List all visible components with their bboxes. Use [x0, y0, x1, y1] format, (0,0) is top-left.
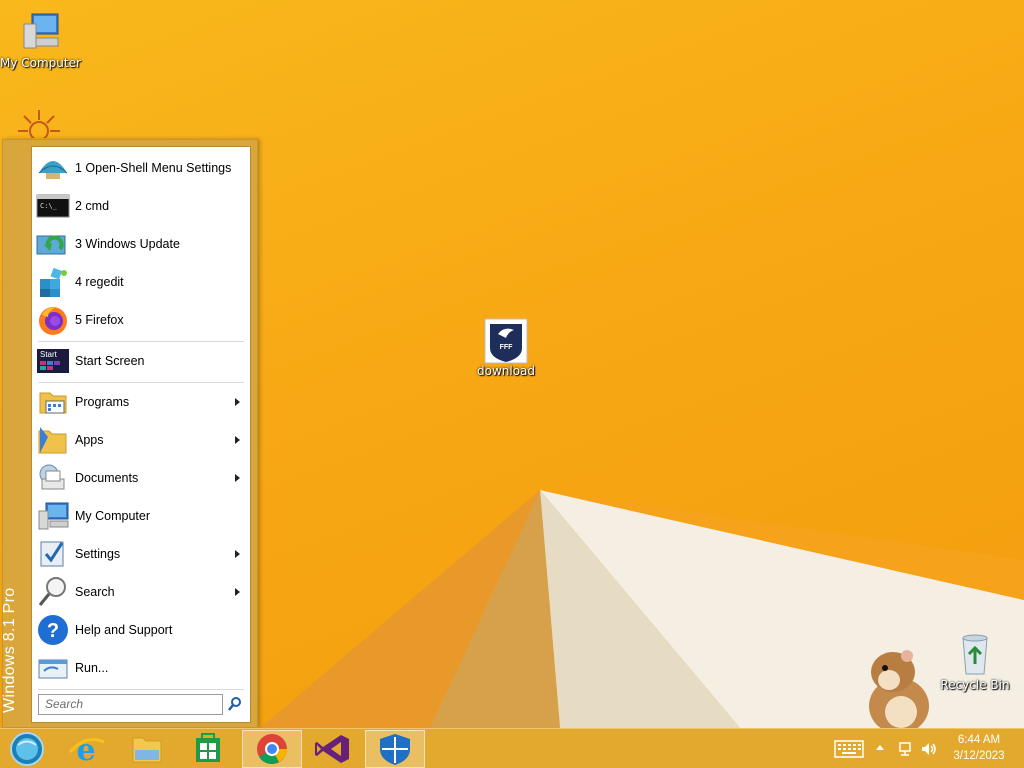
- submenu-arrow-icon: [235, 474, 240, 482]
- taskbar-file-explorer[interactable]: [117, 730, 177, 768]
- menu-item-label: 3 Windows Update: [75, 237, 180, 251]
- svg-text:FFF: FFF: [500, 344, 514, 351]
- submenu-arrow-icon: [235, 398, 240, 406]
- start-menu-brand-strip: Windows 8.1 Pro: [1, 140, 31, 727]
- show-hidden-icons-chevron-icon[interactable]: [876, 745, 884, 750]
- internet-explorer-icon: e: [68, 733, 105, 768]
- taskbar: e 6:44 AM 3/12/2023: [0, 728, 1024, 768]
- menu-item-label: 1 Open-Shell Menu Settings: [75, 161, 232, 175]
- menu-item-open-shell-settings[interactable]: 1 Open-Shell Menu Settings: [32, 149, 250, 187]
- fff-logo-icon: FFF: [484, 318, 528, 364]
- submenu-arrow-icon: [235, 550, 240, 558]
- menu-item-label: Help and Support: [75, 623, 173, 637]
- taskbar-store[interactable]: [178, 730, 238, 768]
- clock-time[interactable]: 6:44 AM: [948, 734, 1010, 746]
- hamster-mascot[interactable]: [855, 646, 939, 736]
- os-edition-label: Windows 8.1 Pro: [1, 587, 18, 713]
- store-icon: [196, 733, 220, 762]
- magnifier-icon: [36, 575, 70, 609]
- menu-item-my-computer[interactable]: My Computer: [32, 497, 250, 535]
- menu-separator: [38, 689, 244, 690]
- start-orb-icon: [10, 732, 44, 766]
- sunburst-icon: [16, 108, 62, 138]
- menu-item-windows-update[interactable]: 3 Windows Update: [32, 225, 250, 263]
- menu-item-help-and-support[interactable]: ? Help and Support: [32, 611, 250, 649]
- recycle-bin-icon: [953, 632, 997, 676]
- menu-item-label: 2 cmd: [75, 199, 110, 213]
- svg-text:?: ?: [47, 620, 59, 642]
- menu-item-label: My Computer: [75, 509, 151, 523]
- firefox-icon: [36, 303, 70, 337]
- network-icon[interactable]: [898, 741, 914, 757]
- submenu-arrow-icon: [235, 588, 240, 596]
- start-menu-panel: 1 Open-Shell Menu Settings C:\_ 2 cmd 3 …: [31, 146, 251, 723]
- menu-item-label: Start Screen: [75, 354, 145, 368]
- svg-text:Start: Start: [40, 350, 58, 359]
- start-screen-icon: Start: [36, 344, 70, 378]
- visual-studio-icon: [315, 735, 349, 763]
- menu-item-start-screen[interactable]: Start Start Screen: [32, 342, 250, 380]
- desktop-icon-label: download: [476, 364, 536, 378]
- apps-icon: [36, 423, 70, 457]
- settings-icon: [36, 537, 70, 571]
- start-menu: Windows 8.1 Pro 1 Open-Shell Menu Settin…: [1, 139, 258, 728]
- menu-item-label: Run...: [75, 661, 109, 675]
- defender-icon: [380, 734, 410, 765]
- taskbar-defender[interactable]: [365, 730, 425, 768]
- desktop-icon-recycle-bin[interactable]: Recycle Bin: [935, 632, 1015, 692]
- menu-item-label: 5 Firefox: [75, 313, 124, 327]
- taskbar-chrome[interactable]: [242, 730, 302, 768]
- taskbar-internet-explorer[interactable]: e: [56, 730, 116, 768]
- documents-icon: [36, 461, 70, 495]
- desktop-icon-download[interactable]: FFF download: [466, 318, 546, 378]
- desktop-icon-label: Recycle Bin: [940, 678, 1010, 692]
- run-icon: [36, 651, 70, 685]
- submenu-arrow-icon: [235, 436, 240, 444]
- menu-item-label: Programs: [75, 395, 130, 409]
- help-icon: ?: [36, 613, 70, 647]
- computer-icon: [18, 10, 62, 54]
- menu-item-regedit[interactable]: 4 regedit: [32, 263, 250, 301]
- desktop-icon-label: My Computer: [0, 56, 81, 70]
- cmd-icon: C:\_: [36, 189, 70, 223]
- computer-icon: [36, 499, 70, 533]
- volume-icon[interactable]: [920, 741, 938, 757]
- svg-text:C:\_: C:\_: [40, 202, 58, 210]
- search-icon[interactable]: [227, 696, 243, 712]
- clock-date[interactable]: 3/12/2023: [948, 750, 1010, 762]
- start-search-input[interactable]: Search: [38, 694, 223, 715]
- menu-item-settings[interactable]: Settings: [32, 535, 250, 573]
- menu-item-label: Settings: [75, 547, 121, 561]
- menu-item-label: Search: [75, 585, 115, 599]
- menu-item-apps[interactable]: Apps: [32, 421, 250, 459]
- programs-icon: [36, 385, 70, 419]
- chrome-icon: [257, 734, 287, 764]
- menu-item-programs[interactable]: Programs: [32, 383, 250, 421]
- windows-update-icon: [36, 227, 70, 261]
- shell-icon: [36, 151, 70, 185]
- start-button[interactable]: [0, 730, 56, 768]
- menu-item-search[interactable]: Search: [32, 573, 250, 611]
- menu-item-run[interactable]: Run...: [32, 649, 250, 687]
- menu-item-cmd[interactable]: C:\_ 2 cmd: [32, 187, 250, 225]
- keyboard-icon[interactable]: [834, 740, 864, 758]
- menu-item-label: Apps: [75, 433, 104, 447]
- taskbar-visual-studio[interactable]: [303, 730, 363, 768]
- menu-item-firefox[interactable]: 5 Firefox: [32, 301, 250, 339]
- desktop-icon-my-computer[interactable]: My Computer: [0, 10, 81, 70]
- menu-item-label: 4 regedit: [75, 275, 124, 289]
- menu-item-label: Documents: [75, 471, 139, 485]
- regedit-icon: [36, 265, 70, 299]
- file-explorer-icon: [132, 737, 162, 763]
- menu-item-documents[interactable]: Documents: [32, 459, 250, 497]
